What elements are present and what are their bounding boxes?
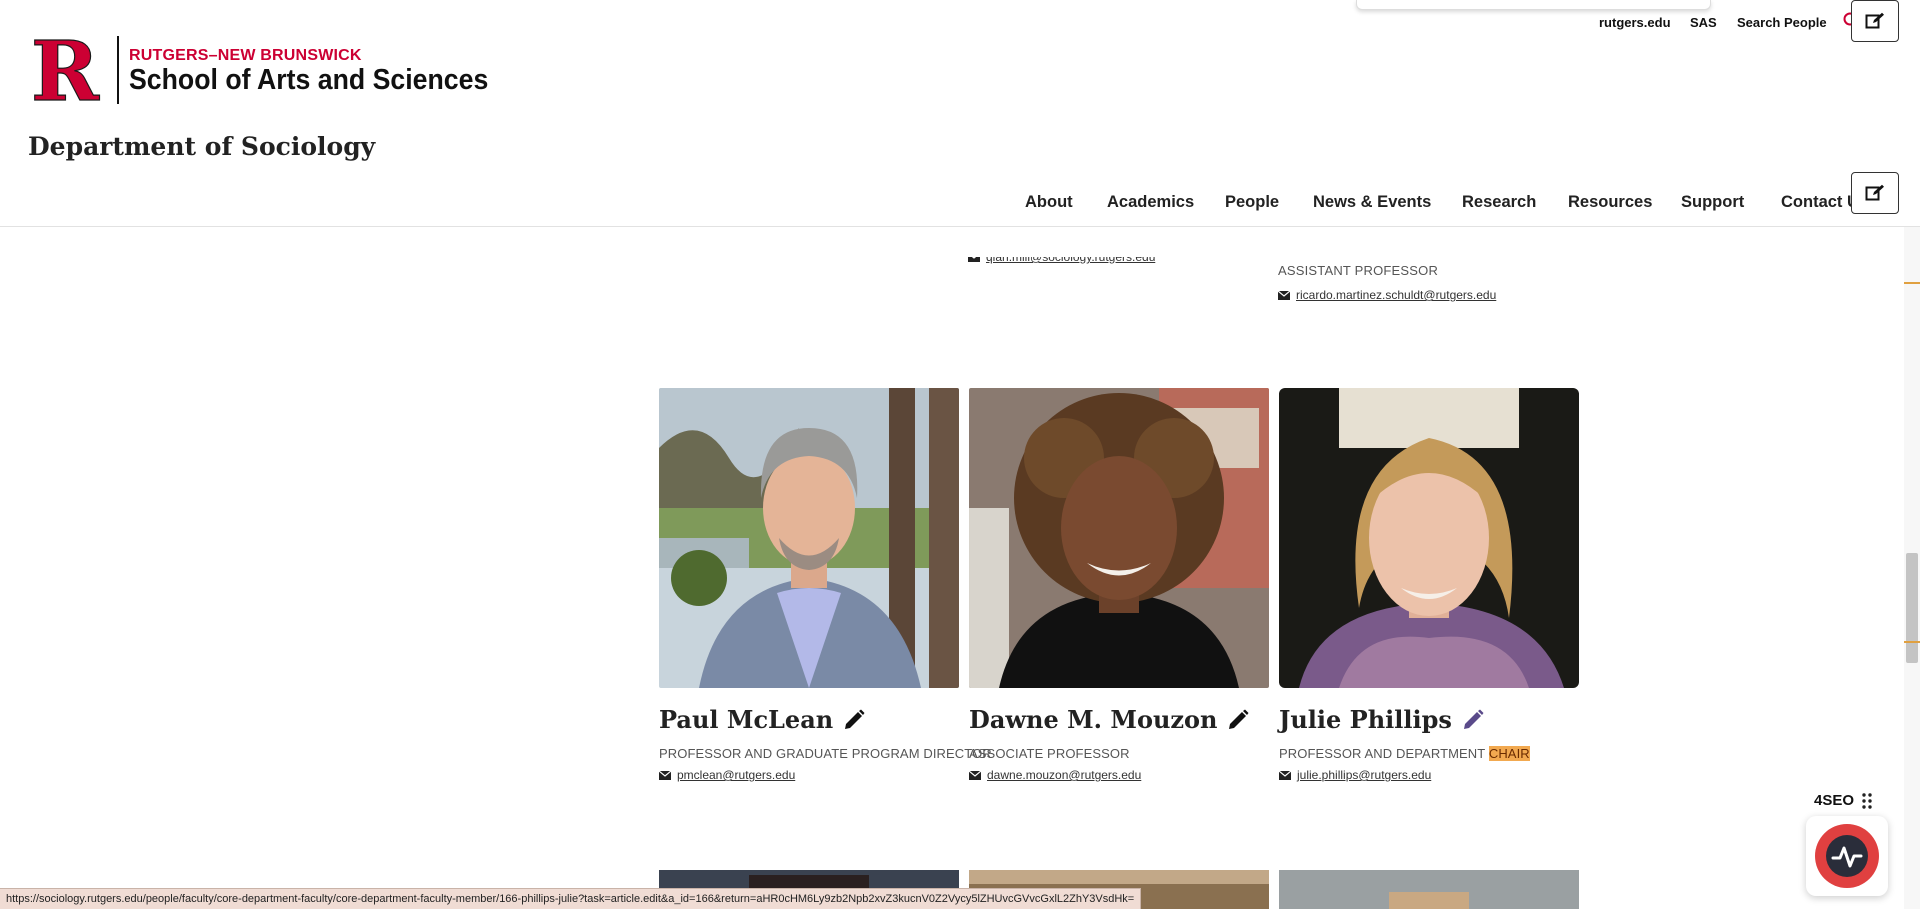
pencil-edit-icon[interactable] [1227,709,1249,731]
nav-academics[interactable]: Academics [1107,193,1194,212]
drag-handle-icon[interactable] [1862,792,1872,809]
pencil-edit-icon[interactable] [843,709,865,731]
browser-status-bar: https://sociology.rutgers.edu/people/fac… [0,888,1142,909]
pencil-edit-icon[interactable] [1462,709,1484,731]
faculty-email-row: pmclean@rutgers.edu [659,768,795,782]
envelope-icon [1278,290,1290,300]
faculty-email-link[interactable]: julie.phillips@rutgers.edu [1297,768,1431,782]
logo-divider [117,36,119,104]
nav-research[interactable]: Research [1462,193,1536,212]
search-hit-marker [1904,282,1920,284]
faculty-card-dawne-mouzon: Dawne M. Mouzon ASSOCIATE PROFESSOR dawn… [969,388,1269,782]
logo-title[interactable]: School of Arts and Sciences [129,64,488,97]
faculty-name-text[interactable]: Paul McLean [659,705,833,734]
nav-news-events[interactable]: News & Events [1313,193,1431,212]
edit-menu-button[interactable] [1851,172,1899,214]
faculty-name[interactable]: Julie Phillips [1279,705,1484,734]
faculty-title-prefix: PROFESSOR AND DEPARTMENT [1279,746,1489,761]
dropdown-panel-edge [1356,0,1711,10]
envelope-icon [969,770,981,780]
faculty-card-julie-phillips: Julie Phillips PROFESSOR AND DEPARTMENT … [1279,388,1579,782]
faculty-photo-next-row[interactable] [1279,870,1579,909]
faculty-email-link[interactable]: ricardo.martinez.schuldt@rutgers.edu [1296,288,1496,302]
faculty-name-text[interactable]: Julie Phillips [1279,705,1452,734]
faculty-email-link[interactable]: dawne.mouzon@rutgers.edu [987,768,1141,782]
seo-label-text: 4SEO [1814,792,1855,809]
faculty-title: PROFESSOR AND DEPARTMENT CHAIR [1279,746,1530,761]
faculty-photo[interactable] [1279,388,1579,688]
faculty-name[interactable]: Dawne M. Mouzon [969,705,1249,734]
edit-icon [1865,12,1884,29]
scrollbar-thumb[interactable] [1906,553,1918,663]
logo-subtitle[interactable]: RUTGERS–NEW BRUNSWICK [129,47,362,65]
faculty-name[interactable]: Paul McLean [659,705,865,734]
site-header: R RUTGERS–NEW BRUNSWICK School of Arts a… [0,0,1920,227]
logo-letter: R [31,36,100,106]
utility-link-search-people[interactable]: Search People [1737,15,1827,30]
nav-resources[interactable]: Resources [1568,193,1652,212]
rutgers-r-logo[interactable]: R [26,36,104,106]
envelope-icon [1279,770,1291,780]
faculty-card-paul-mclean: Paul McLean PROFESSOR AND GRADUATE PROGR… [659,388,992,782]
faculty-title: ASSISTANT PROFESSOR [1278,263,1439,278]
faculty-email-link[interactable]: qian.miii@sociology.rutgers.edu [986,257,1155,264]
faculty-name-text[interactable]: Dawne M. Mouzon [969,705,1217,734]
faculty-title: PROFESSOR AND GRADUATE PROGRAM DIRECTOR [659,746,992,761]
seo-widget-label[interactable]: 4SEO [1814,792,1872,809]
edit-icon [1865,184,1884,201]
pulse-icon [1826,835,1868,877]
nav-people[interactable]: People [1225,193,1279,212]
edit-module-button[interactable] [1851,0,1899,42]
faculty-photo[interactable] [659,388,959,688]
envelope-icon [968,257,980,262]
department-title[interactable]: Department of Sociology [28,132,375,161]
seo-status-circle [1815,824,1879,888]
partial-email-row: qian.miii@sociology.rutgers.edu [968,257,1155,264]
search-hit-marker [1904,641,1920,643]
faculty-title: ASSOCIATE PROFESSOR [969,746,1130,761]
utility-link-rutgers[interactable]: rutgers.edu [1599,15,1671,30]
seo-widget-button[interactable] [1806,816,1888,896]
utility-link-sas[interactable]: SAS [1690,15,1717,30]
faculty-email-row: ricardo.martinez.schuldt@rutgers.edu [1278,288,1496,302]
faculty-email-row: julie.phillips@rutgers.edu [1279,768,1431,782]
highlighted-search-term: CHAIR [1488,746,1530,761]
nav-support[interactable]: Support [1681,193,1744,212]
faculty-photo[interactable] [969,388,1269,688]
nav-about[interactable]: About [1025,193,1073,212]
envelope-icon [659,770,671,780]
faculty-email-link[interactable]: pmclean@rutgers.edu [677,768,795,782]
faculty-email-row: dawne.mouzon@rutgers.edu [969,768,1141,782]
